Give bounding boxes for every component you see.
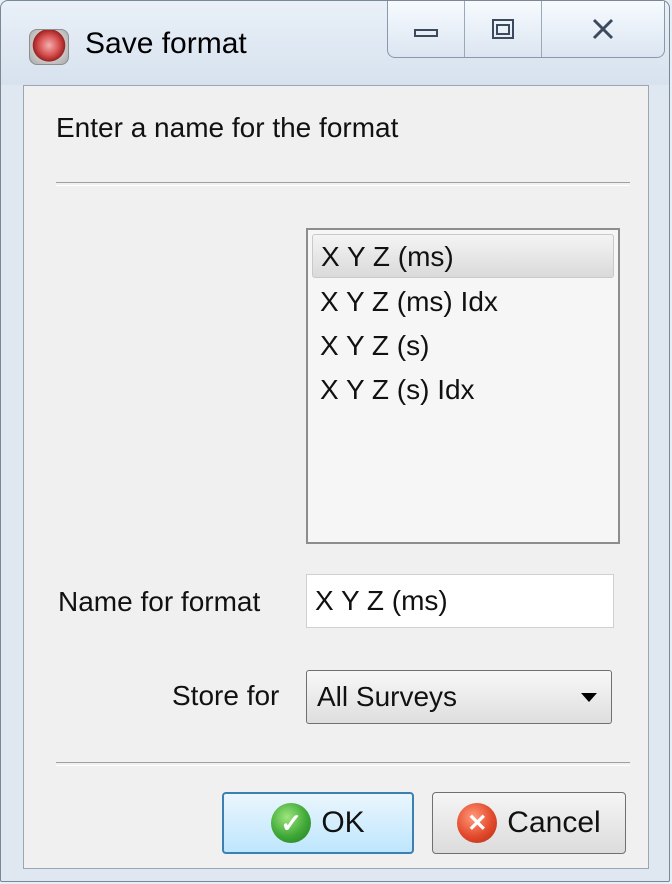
format-list-item[interactable]: X Y Z (ms): [312, 234, 614, 278]
store-for-label: Store for: [172, 680, 280, 711]
ok-button[interactable]: ✓ OK: [222, 792, 414, 854]
save-format-window: Save format Enter a name for the format: [0, 0, 670, 882]
caption-buttons: [387, 1, 665, 58]
format-list-item[interactable]: X Y Z (ms) Idx: [312, 280, 614, 324]
dialog-body: Enter a name for the format X Y Z (ms) X…: [23, 85, 649, 869]
store-for-dropdown[interactable]: All Surveys: [306, 670, 612, 724]
format-name-input[interactable]: [306, 574, 614, 628]
window-title: Save format: [85, 27, 247, 60]
app-icon: [29, 29, 69, 65]
format-list[interactable]: X Y Z (ms) X Y Z (ms) Idx X Y Z (s) X Y …: [306, 228, 620, 544]
bottom-separator: [56, 762, 630, 766]
prompt-label: Enter a name for the format: [56, 112, 399, 143]
close-icon: [593, 18, 614, 40]
maximize-icon: [492, 19, 515, 39]
close-button[interactable]: [542, 1, 664, 57]
top-separator: [56, 182, 630, 186]
store-for-value: All Surveys: [317, 681, 458, 712]
format-list-item[interactable]: X Y Z (s) Idx: [312, 368, 614, 412]
format-list-item[interactable]: X Y Z (s): [312, 324, 614, 368]
name-for-format-label: Name for format: [58, 586, 261, 617]
dropdown-arrow-icon[interactable]: [581, 693, 597, 702]
minimize-icon: [414, 29, 439, 37]
x-circle-icon: ✕: [457, 803, 498, 843]
ok-label: OK: [321, 806, 365, 839]
minimize-button[interactable]: [388, 1, 466, 57]
check-circle-icon: ✓: [271, 803, 312, 843]
maximize-button[interactable]: [465, 1, 543, 57]
cancel-label: Cancel: [507, 806, 601, 839]
title-bar[interactable]: Save format: [1, 1, 669, 85]
cancel-button[interactable]: ✕ Cancel: [432, 792, 626, 854]
